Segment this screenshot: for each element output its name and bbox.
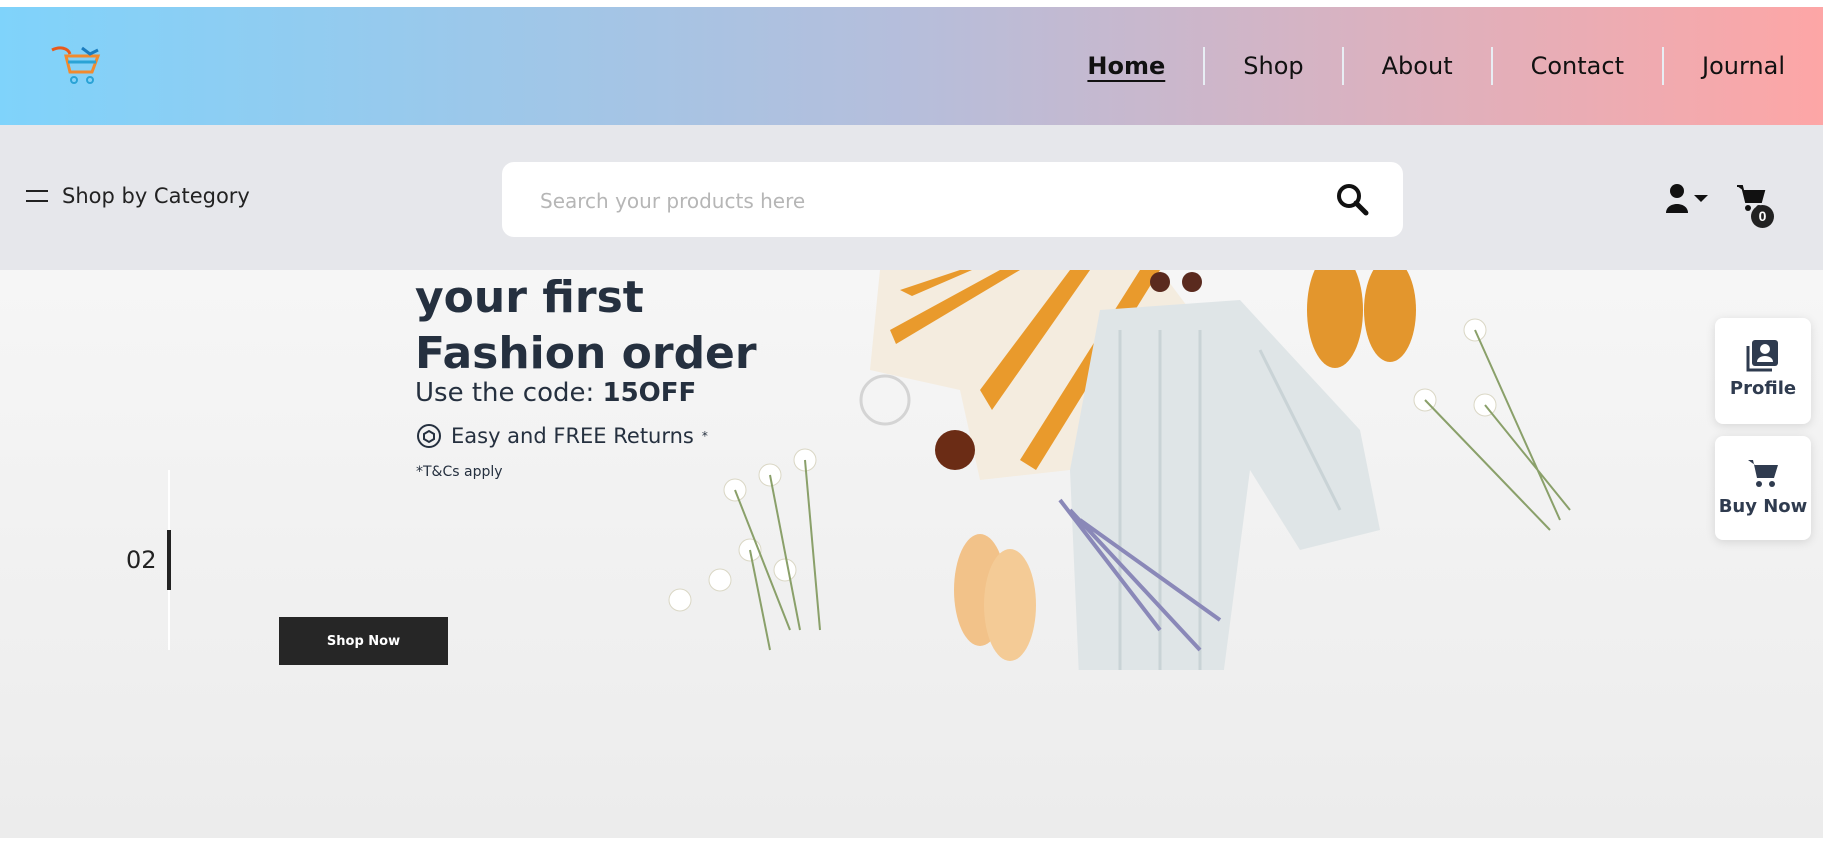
slide-indicator-active[interactable] xyxy=(167,530,171,590)
shop-by-category-label: Shop by Category xyxy=(62,184,250,208)
profile-label: Profile xyxy=(1729,378,1797,399)
peach-shoes-shape xyxy=(954,534,1036,661)
menu-icon xyxy=(26,189,48,203)
nav-contact[interactable]: Contact xyxy=(1493,7,1662,125)
terms-note: *T&Cs apply xyxy=(416,464,503,480)
cart-logo-icon[interactable] xyxy=(50,44,110,88)
main-nav: Home Shop About Contact Journal xyxy=(1049,7,1823,125)
sunglasses-shape xyxy=(1150,272,1202,292)
profile-book-icon xyxy=(1746,340,1778,372)
search-box xyxy=(502,162,1403,237)
returns-icon xyxy=(417,424,441,448)
promo-code-prefix: Use the code: xyxy=(415,378,603,408)
search-icon[interactable] xyxy=(1335,182,1369,216)
nav-about[interactable]: About xyxy=(1344,7,1491,125)
page-bottom-strip xyxy=(0,838,1823,862)
nav-shop[interactable]: Shop xyxy=(1205,7,1341,125)
shop-by-category-button[interactable]: Shop by Category xyxy=(26,184,250,208)
cart-count-badge: 0 xyxy=(1751,205,1774,228)
profile-floating-button[interactable]: Profile xyxy=(1715,318,1811,424)
cart-icon xyxy=(1748,460,1778,487)
user-account-icon[interactable] xyxy=(1665,183,1711,215)
buy-now-floating-button[interactable]: Buy Now xyxy=(1715,436,1811,540)
buy-now-label: Buy Now xyxy=(1718,496,1808,517)
nav-home[interactable]: Home xyxy=(1049,7,1203,125)
orange-shoes-shape xyxy=(1307,270,1416,368)
slide-number: 02 xyxy=(126,546,157,574)
search-input[interactable] xyxy=(538,182,1302,220)
hero-banner: your first Fashion order Use the code: 1… xyxy=(0,270,1823,838)
hero-fashion-image xyxy=(668,270,1571,670)
shop-now-button[interactable]: Shop Now xyxy=(279,617,448,665)
daisy-flowers-right xyxy=(1413,318,1571,531)
nav-journal[interactable]: Journal xyxy=(1664,7,1823,125)
daisy-flowers-left xyxy=(668,448,821,651)
drinks-shape xyxy=(859,374,975,470)
